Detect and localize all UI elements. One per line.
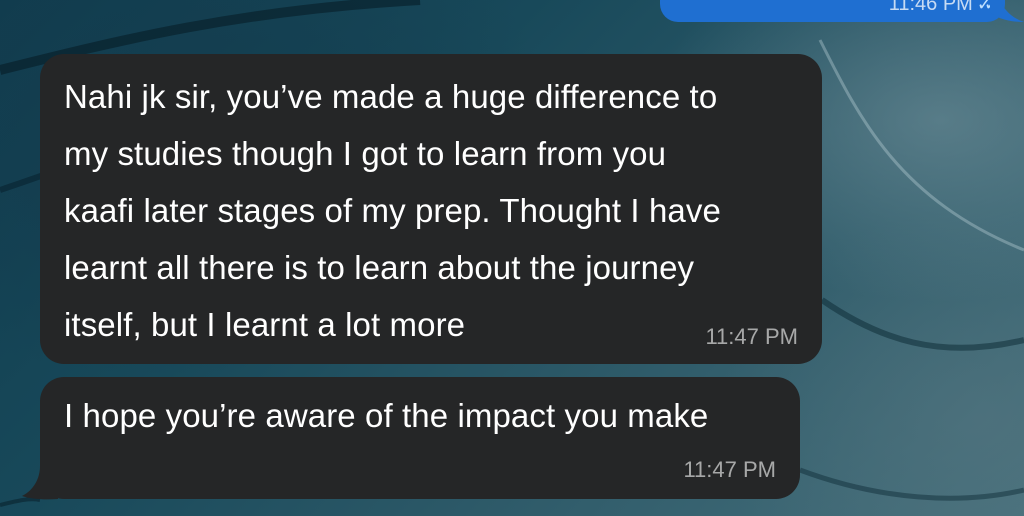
received-bubble-tail <box>22 466 58 500</box>
received-message-bubble[interactable]: Nahi jk sir, you’ve made a huge differen… <box>40 54 822 364</box>
message-line: my studies though I got to learn from yo… <box>64 135 667 172</box>
message-timestamp: 11:47 PM <box>683 457 776 482</box>
message-line: itself, but I learnt a lot more <box>64 306 466 343</box>
message-line: learnt all there is to learn about the j… <box>64 249 695 286</box>
sent-bubble-tail <box>990 0 1024 22</box>
message-timestamp: 11:47 PM <box>705 324 798 349</box>
sent-message-bubble[interactable]: 11:46 PM ✓✓ <box>660 0 1005 22</box>
double-check-icon: ✓✓ <box>976 0 999 14</box>
sent-message-meta: 11:46 PM ✓✓ <box>888 0 999 15</box>
message-line: kaafi later stages of my prep. Thought I… <box>64 192 721 229</box>
sent-message-time: 11:46 PM <box>888 0 973 15</box>
received-message-bubble[interactable]: I hope you’re aware of the impact you ma… <box>40 377 800 499</box>
message-text: I hope you’re aware of the impact you ma… <box>64 397 709 434</box>
message-text: Nahi jk sir, you’ve made a huge differen… <box>64 68 804 353</box>
message-line: Nahi jk sir, you’ve made a huge differen… <box>64 78 718 115</box>
